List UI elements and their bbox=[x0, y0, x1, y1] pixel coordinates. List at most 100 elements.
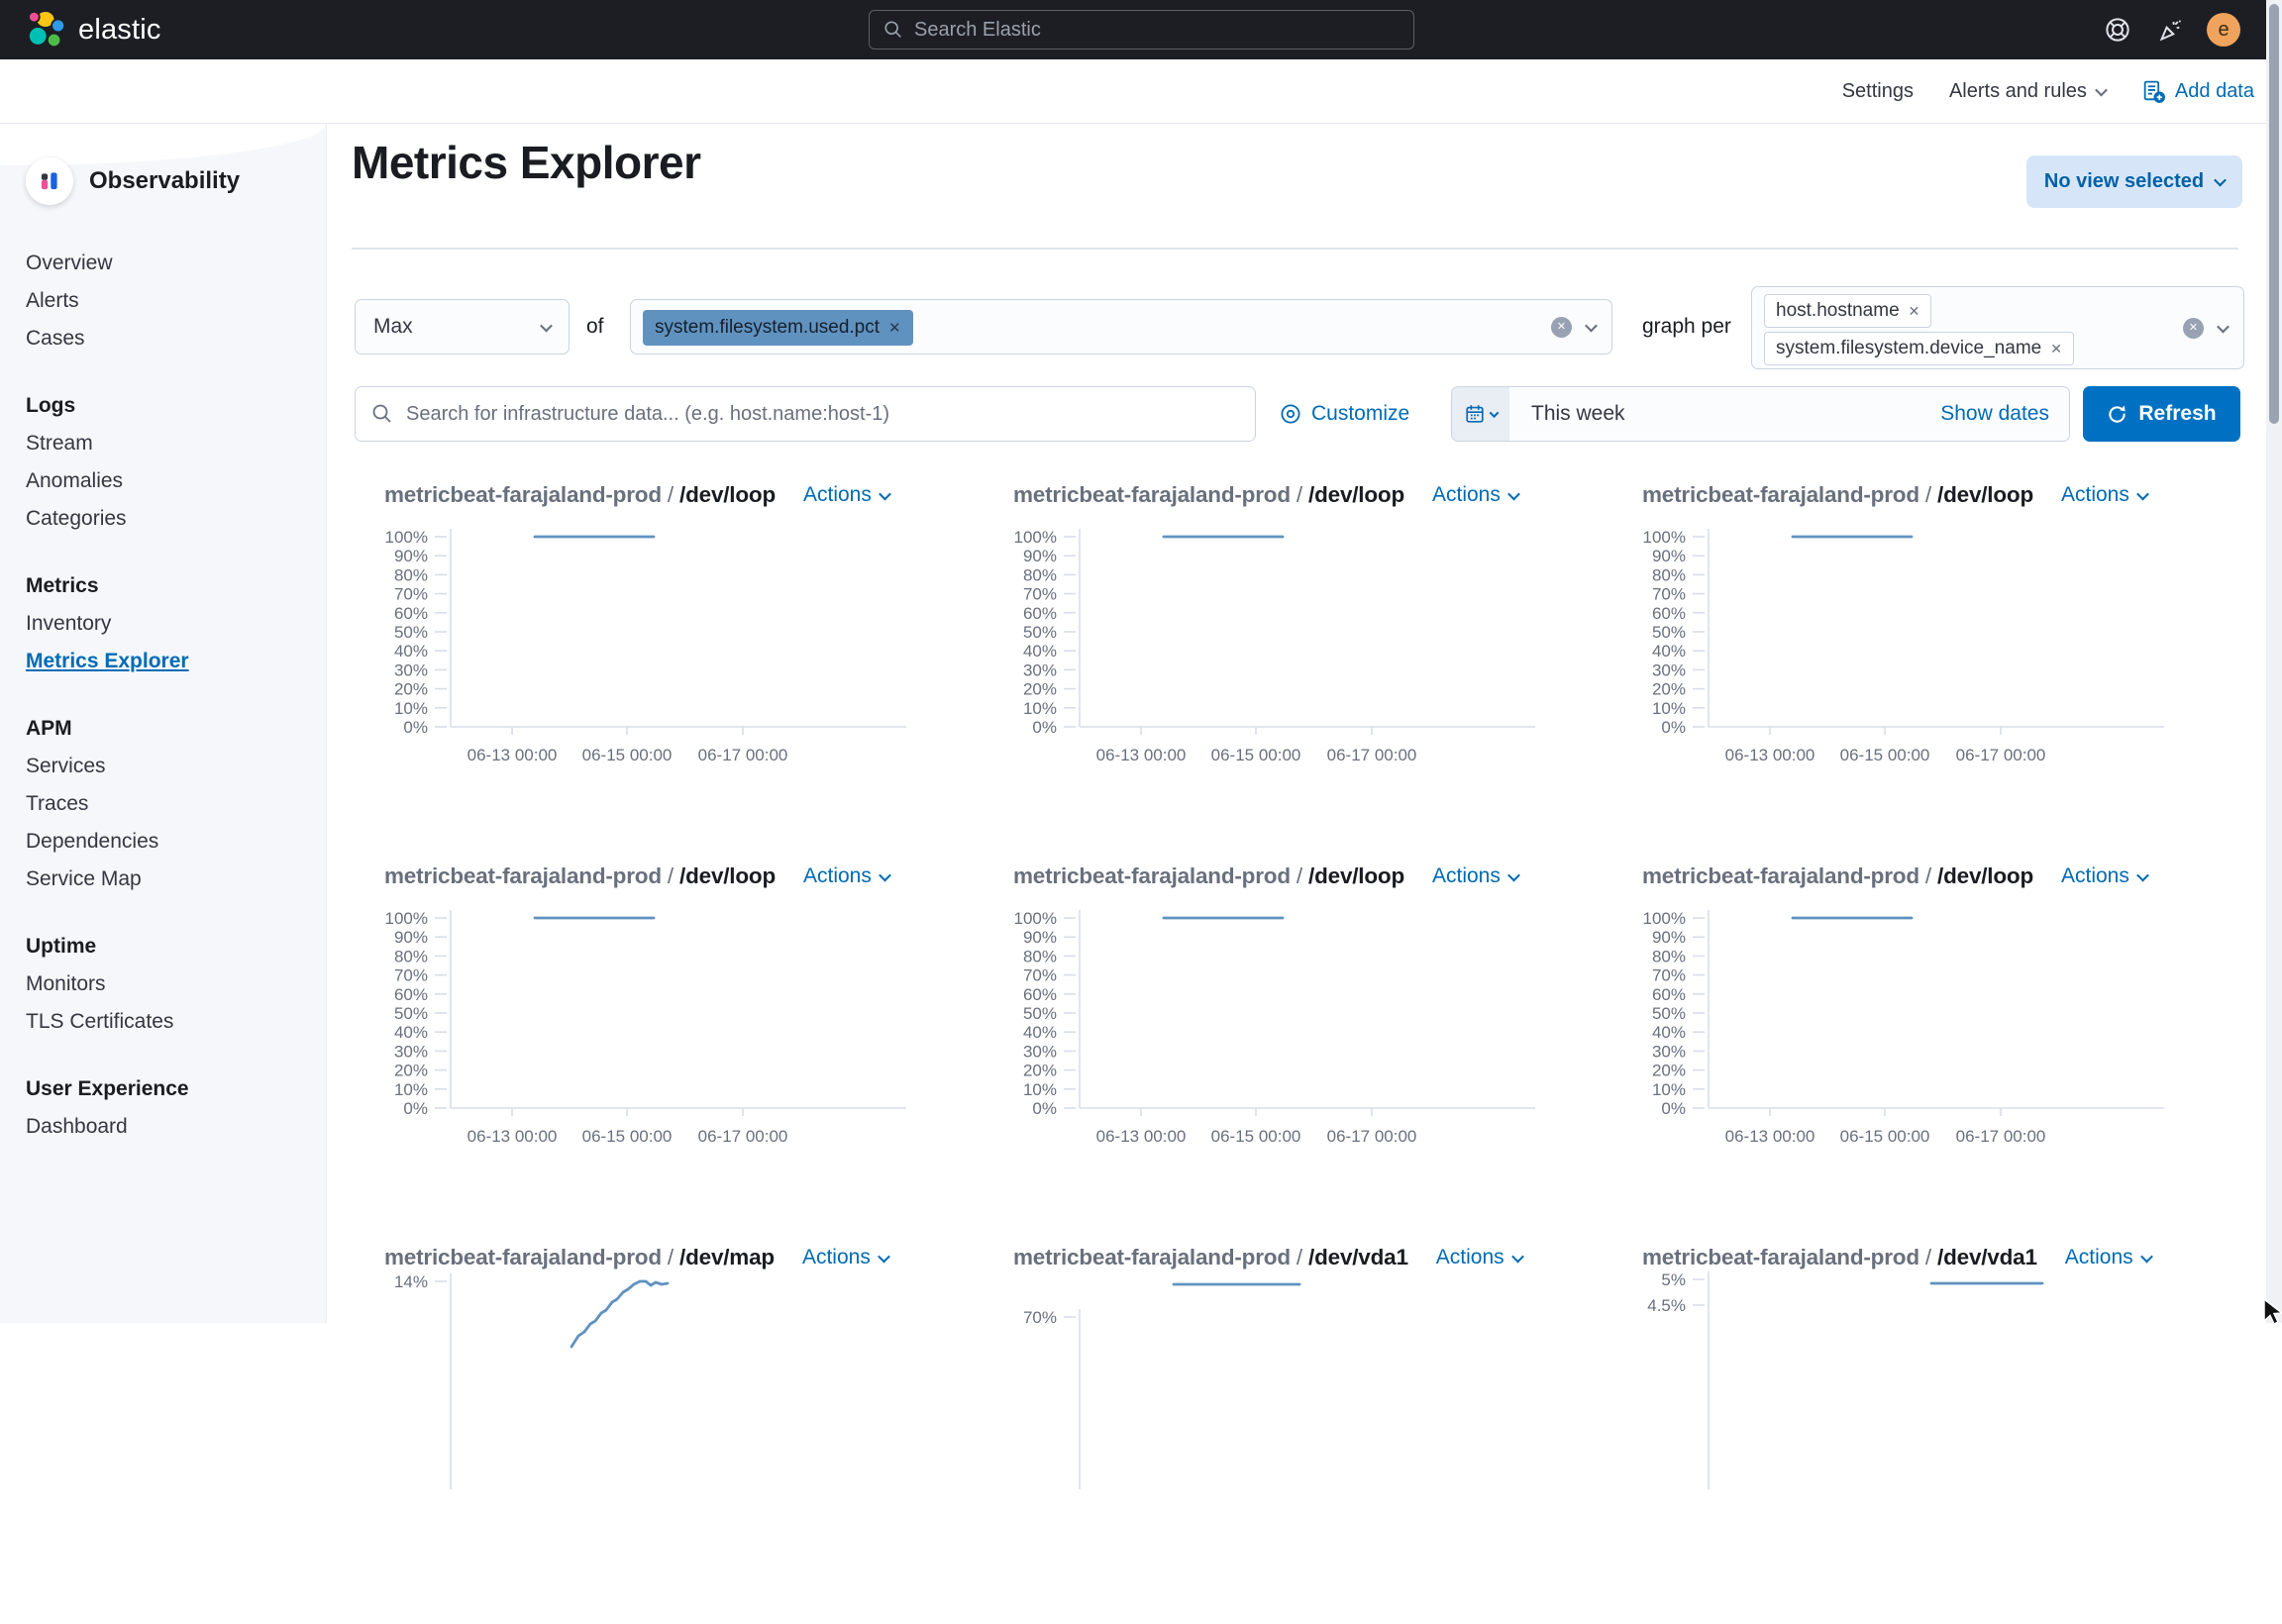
sidebar-item-metrics-explorer[interactable]: Metrics Explorer bbox=[26, 643, 326, 680]
quick-select-button[interactable] bbox=[1452, 387, 1509, 441]
svg-text:80%: 80% bbox=[394, 947, 428, 965]
show-dates-button[interactable]: Show dates bbox=[1940, 402, 2049, 426]
chart-actions-button[interactable]: Actions bbox=[2065, 1246, 2151, 1269]
clear-metric-icon[interactable]: ✕ bbox=[1551, 317, 1572, 338]
remove-group-by-icon[interactable]: ✕ bbox=[1909, 303, 1920, 320]
chart-plot[interactable]: 100%90%80%70%60%50%40%30%20%10%0%06-13 0… bbox=[1609, 906, 2214, 1203]
chart-header: metricbeat-farajaland-prod / /dev/mapAct… bbox=[352, 1243, 956, 1272]
chart-plot[interactable]: 100%90%80%70%60%50%40%30%20%10%0%06-13 0… bbox=[352, 906, 956, 1203]
sidebar-item-categories[interactable]: Categories bbox=[26, 500, 326, 538]
sidebar-item-dashboard[interactable]: Dashboard bbox=[26, 1108, 326, 1146]
refresh-button[interactable]: Refresh bbox=[2083, 386, 2240, 442]
customize-icon bbox=[1280, 403, 1301, 425]
chevron-down-icon bbox=[878, 1250, 890, 1263]
metric-chart: metricbeat-farajaland-prod / /dev/loop Ac… bbox=[981, 480, 1585, 862]
sidebar-section-header: Uptime bbox=[26, 928, 326, 965]
scrollbar-thumb[interactable] bbox=[2269, 4, 2279, 424]
global-search-input[interactable] bbox=[914, 19, 1400, 42]
chart-header: metricbeat-farajaland-prod / /dev/vda1Ac… bbox=[981, 1243, 1585, 1272]
metric-tag[interactable]: system.filesystem.used.pct ✕ bbox=[643, 310, 913, 346]
chart-plot[interactable]: 14% bbox=[352, 1287, 956, 1584]
chart-actions-button[interactable]: Actions bbox=[802, 1246, 888, 1269]
alerts-and-rules-menu[interactable]: Alerts and rules bbox=[1949, 80, 2106, 103]
avatar[interactable]: e bbox=[2207, 13, 2240, 47]
group-by-tag[interactable]: host.hostname ✕ bbox=[1764, 294, 1931, 328]
sidebar-item-tls-certificates[interactable]: TLS Certificates bbox=[26, 1003, 326, 1041]
svg-text:100%: 100% bbox=[1643, 528, 1686, 547]
chart-header: metricbeat-farajaland-prod / /dev/loopAc… bbox=[352, 862, 956, 891]
svg-text:40%: 40% bbox=[394, 1023, 428, 1042]
sidebar-item-monitors[interactable]: Monitors bbox=[26, 965, 326, 1003]
chart-plot[interactable]: 100%90%80%70%60%50%40%30%20%10%0%06-13 0… bbox=[981, 525, 1585, 822]
customize-button[interactable]: Customize bbox=[1280, 386, 1409, 442]
infra-search-input[interactable] bbox=[406, 403, 1239, 426]
svg-text:30%: 30% bbox=[1652, 660, 1686, 679]
search-icon bbox=[371, 403, 393, 425]
brand-name: elastic bbox=[78, 14, 161, 47]
settings-link[interactable]: Settings bbox=[1842, 80, 1914, 103]
of-label: of bbox=[586, 299, 604, 355]
chart-plot[interactable]: 100%90%80%70%60%50%40%30%20%10%0%06-13 0… bbox=[1609, 525, 2214, 822]
chart-plot[interactable]: 100%90%80%70%60%50%40%30%20%10%0%06-13 0… bbox=[981, 906, 1585, 1203]
svg-text:06-13 00:00: 06-13 00:00 bbox=[1725, 746, 1815, 764]
svg-text:06-17 00:00: 06-17 00:00 bbox=[1956, 746, 2046, 764]
infra-search[interactable] bbox=[355, 386, 1256, 442]
header-menu-right: Settings Alerts and rules Add data bbox=[1842, 59, 2254, 124]
elastic-logo[interactable]: elastic bbox=[26, 9, 161, 51]
chart-actions-button[interactable]: Actions bbox=[2061, 864, 2147, 888]
refresh-icon bbox=[2107, 404, 2127, 425]
remove-metric-icon[interactable]: ✕ bbox=[888, 319, 901, 337]
clear-group-by-icon[interactable]: ✕ bbox=[2183, 318, 2204, 339]
aggregation-select[interactable]: Max bbox=[355, 299, 570, 355]
chart-actions-button[interactable]: Actions bbox=[1432, 864, 1518, 888]
sidebar-item-anomalies[interactable]: Anomalies bbox=[26, 462, 326, 500]
chart-actions-button[interactable]: Actions bbox=[1436, 1246, 1522, 1269]
svg-text:06-17 00:00: 06-17 00:00 bbox=[698, 746, 788, 764]
group-by-combobox[interactable]: host.hostname ✕ system.filesystem.device… bbox=[1751, 286, 2244, 369]
chart-device-name: /dev/loop bbox=[1308, 863, 1404, 888]
sidebar-item-stream[interactable]: Stream bbox=[26, 425, 326, 462]
sidebar-item-service-map[interactable]: Service Map bbox=[26, 861, 326, 898]
chart-plot[interactable]: 100%90%80%70%60%50%40%30%20%10%0%06-13 0… bbox=[352, 525, 956, 822]
sidebar-group: APMServicesTracesDependenciesService Map bbox=[26, 710, 326, 898]
scrollbar[interactable] bbox=[2266, 0, 2282, 1323]
global-search[interactable] bbox=[869, 10, 1414, 50]
chart-actions-button[interactable]: Actions bbox=[803, 864, 889, 888]
chart-actions-button[interactable]: Actions bbox=[803, 483, 889, 507]
svg-text:5%: 5% bbox=[1661, 1270, 1686, 1289]
chart-plot[interactable]: 70% bbox=[981, 1287, 1585, 1584]
svg-text:80%: 80% bbox=[1023, 565, 1057, 584]
help-icon[interactable] bbox=[2102, 14, 2133, 46]
svg-text:90%: 90% bbox=[1023, 928, 1057, 947]
sidebar-item-cases[interactable]: Cases bbox=[26, 320, 326, 357]
metric-field-combobox[interactable]: system.filesystem.used.pct ✕ ✕ bbox=[630, 299, 1612, 355]
chart-title: metricbeat-farajaland-prod / /dev/loop bbox=[1013, 482, 1404, 508]
sidebar-item-services[interactable]: Services bbox=[26, 748, 326, 785]
chart-plot[interactable]: 5%4.5% bbox=[1609, 1287, 2214, 1584]
sidebar-item-dependencies[interactable]: Dependencies bbox=[26, 823, 326, 861]
sidebar-item-inventory[interactable]: Inventory bbox=[26, 605, 326, 643]
svg-text:60%: 60% bbox=[1652, 985, 1686, 1004]
svg-text:10%: 10% bbox=[1023, 1080, 1057, 1099]
svg-text:20%: 20% bbox=[1652, 1062, 1686, 1080]
sidebar-item-traces[interactable]: Traces bbox=[26, 785, 326, 823]
sidebar-item-overview[interactable]: Overview bbox=[26, 245, 326, 282]
svg-text:4.5%: 4.5% bbox=[1647, 1296, 1686, 1315]
sidebar-nav: OverviewAlertsCasesLogsStreamAnomaliesCa… bbox=[26, 245, 326, 1146]
svg-text:30%: 30% bbox=[1023, 660, 1057, 679]
group-by-tag[interactable]: system.filesystem.device_name ✕ bbox=[1764, 332, 2074, 365]
svg-text:40%: 40% bbox=[1652, 1023, 1686, 1042]
chart-host-name: metricbeat-farajaland-prod bbox=[1642, 863, 1919, 888]
chart-actions-button[interactable]: Actions bbox=[1432, 483, 1518, 507]
chart-host-name: metricbeat-farajaland-prod bbox=[1013, 482, 1291, 507]
svg-text:06-13 00:00: 06-13 00:00 bbox=[467, 746, 558, 764]
time-range[interactable]: This week bbox=[1531, 402, 1625, 426]
saved-view-button[interactable]: No view selected bbox=[2026, 155, 2242, 208]
remove-group-by-icon[interactable]: ✕ bbox=[2050, 341, 2062, 357]
news-icon[interactable] bbox=[2154, 14, 2186, 46]
chart-actions-button[interactable]: Actions bbox=[2061, 483, 2147, 507]
chart-header: metricbeat-farajaland-prod / /dev/loopAc… bbox=[352, 480, 956, 510]
sidebar-item-alerts[interactable]: Alerts bbox=[26, 282, 326, 320]
add-data-link[interactable]: Add data bbox=[2141, 79, 2254, 104]
svg-text:10%: 10% bbox=[394, 699, 428, 718]
